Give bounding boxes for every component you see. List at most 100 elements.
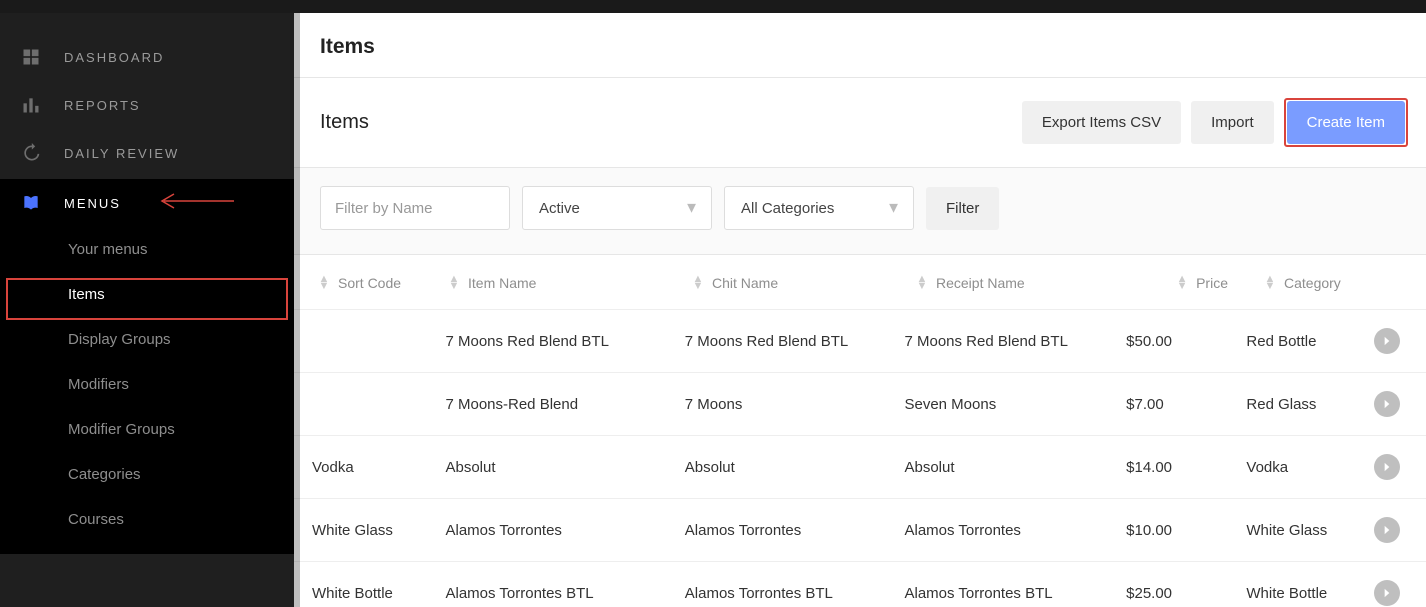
cell-category: Red Glass: [1240, 396, 1368, 413]
row-open-button[interactable]: [1374, 391, 1400, 417]
sort-icon: ▲▼: [318, 276, 330, 290]
grid-icon: [20, 47, 42, 67]
category-select[interactable]: All Categories ▼: [724, 186, 914, 230]
cell-chit-name: Alamos Torrontes BTL: [679, 585, 899, 602]
col-receipt-name[interactable]: ▲▼ Receipt Name: [910, 275, 1136, 291]
row-open-button[interactable]: [1374, 517, 1400, 543]
create-item-button[interactable]: Create Item: [1287, 101, 1405, 144]
sidebar-item-menus[interactable]: MENUS: [0, 179, 294, 227]
sidebar: DASHBOARD REPORTS DAILY REVIEW MENUS You: [0, 13, 294, 607]
sidebar-sub-display-groups[interactable]: Display Groups: [0, 317, 294, 362]
sidebar-sub-items[interactable]: Items: [0, 272, 294, 317]
history-icon: [20, 143, 42, 163]
bar-chart-icon: [20, 95, 42, 115]
col-price[interactable]: ▲▼ Price: [1136, 275, 1234, 291]
sidebar-sub-your-menus[interactable]: Your menus: [0, 227, 294, 272]
cell-price: $25.00: [1120, 585, 1216, 602]
sidebar-sub-modifier-groups[interactable]: Modifier Groups: [0, 407, 294, 452]
main-content: Items Items Export Items CSV Import Crea…: [294, 13, 1426, 607]
annotation-highlight: Create Item: [1284, 98, 1408, 147]
col-item-name[interactable]: ▲▼ Item Name: [442, 275, 686, 291]
cell-receipt-name: Alamos Torrontes BTL: [898, 585, 1120, 602]
sort-icon: ▲▼: [692, 276, 704, 290]
cell-category: Red Bottle: [1240, 333, 1368, 350]
sidebar-label: DASHBOARD: [64, 50, 164, 65]
select-value: Active: [539, 200, 580, 217]
filter-by-name-input[interactable]: [320, 186, 510, 230]
sidebar-sub-modifiers[interactable]: Modifiers: [0, 362, 294, 407]
row-open-button[interactable]: [1374, 580, 1400, 606]
sidebar-label: REPORTS: [64, 98, 141, 113]
table-row: White GlassAlamos TorrontesAlamos Torron…: [294, 499, 1426, 562]
cell-category: White Glass: [1240, 522, 1368, 539]
col-label: Sort Code: [338, 275, 401, 291]
cell-category: White Bottle: [1240, 585, 1368, 602]
filters-bar: Active ▼ All Categories ▼ Filter: [294, 168, 1426, 255]
cell-price: $10.00: [1120, 522, 1216, 539]
toolbar-title: Items: [320, 111, 369, 134]
filter-button[interactable]: Filter: [926, 187, 999, 230]
col-label: Chit Name: [712, 275, 778, 291]
cell-item-name: 7 Moons-Red Blend: [439, 396, 678, 413]
import-button[interactable]: Import: [1191, 101, 1274, 144]
caret-down-icon: ▼: [886, 200, 901, 217]
sidebar-sub-courses[interactable]: Courses: [0, 497, 294, 542]
sidebar-label: DAILY REVIEW: [64, 146, 179, 161]
table-header: ▲▼ Sort Code ▲▼ Item Name ▲▼ Chit Name ▲…: [294, 255, 1426, 310]
cell-actions: [1368, 517, 1408, 543]
annotation-arrow: [156, 191, 236, 217]
cell-price: $7.00: [1120, 396, 1216, 413]
cell-price: $50.00: [1120, 333, 1216, 350]
page-title: Items: [294, 13, 1426, 78]
cell-category: Vodka: [1240, 459, 1368, 476]
table-row: 7 Moons Red Blend BTL7 Moons Red Blend B…: [294, 310, 1426, 373]
col-label: Category: [1284, 275, 1341, 291]
table-row: 7 Moons-Red Blend7 MoonsSeven Moons$7.00…: [294, 373, 1426, 436]
export-items-csv-button[interactable]: Export Items CSV: [1022, 101, 1181, 144]
cell-chit-name: Alamos Torrontes: [679, 522, 899, 539]
cell-chit-name: Absolut: [679, 459, 899, 476]
cell-item-name: Absolut: [439, 459, 678, 476]
row-open-button[interactable]: [1374, 454, 1400, 480]
sort-icon: ▲▼: [916, 276, 928, 290]
cell-price: $14.00: [1120, 459, 1216, 476]
caret-down-icon: ▼: [684, 200, 699, 217]
col-category[interactable]: ▲▼ Category: [1258, 275, 1388, 291]
cell-actions: [1368, 580, 1408, 606]
scrollbar-edge[interactable]: [294, 13, 300, 607]
cell-item-name: Alamos Torrontes BTL: [439, 585, 678, 602]
sort-icon: ▲▼: [1176, 276, 1188, 290]
cell-actions: [1368, 454, 1408, 480]
table-row: White BottleAlamos Torrontes BTLAlamos T…: [294, 562, 1426, 607]
cell-receipt-name: 7 Moons Red Blend BTL: [898, 333, 1120, 350]
col-sort-code[interactable]: ▲▼ Sort Code: [312, 275, 442, 291]
select-value: All Categories: [741, 200, 834, 217]
sort-icon: ▲▼: [1264, 276, 1276, 290]
sidebar-submenu-menus: Your menus Items Display Groups Modifier…: [0, 227, 294, 554]
book-icon: [20, 193, 42, 213]
row-open-button[interactable]: [1374, 328, 1400, 354]
status-select[interactable]: Active ▼: [522, 186, 712, 230]
cell-sort-code: Vodka: [312, 459, 439, 476]
table-row: VodkaAbsolutAbsolutAbsolut$14.00Vodka: [294, 436, 1426, 499]
cell-receipt-name: Seven Moons: [898, 396, 1120, 413]
col-label: Item Name: [468, 275, 536, 291]
cell-actions: [1368, 391, 1408, 417]
sort-icon: ▲▼: [448, 276, 460, 290]
sidebar-item-dashboard[interactable]: DASHBOARD: [0, 33, 294, 81]
cell-chit-name: 7 Moons Red Blend BTL: [679, 333, 899, 350]
cell-actions: [1368, 328, 1408, 354]
cell-receipt-name: Absolut: [898, 459, 1120, 476]
cell-item-name: 7 Moons Red Blend BTL: [439, 333, 678, 350]
sidebar-item-reports[interactable]: REPORTS: [0, 81, 294, 129]
sidebar-item-daily-review[interactable]: DAILY REVIEW: [0, 129, 294, 177]
cell-sort-code: White Glass: [312, 522, 439, 539]
cell-receipt-name: Alamos Torrontes: [898, 522, 1120, 539]
app-root: DASHBOARD REPORTS DAILY REVIEW MENUS You: [0, 13, 1426, 607]
toolbar: Items Export Items CSV Import Create Ite…: [294, 78, 1426, 168]
cell-chit-name: 7 Moons: [679, 396, 899, 413]
cell-item-name: Alamos Torrontes: [439, 522, 678, 539]
table-body: 7 Moons Red Blend BTL7 Moons Red Blend B…: [294, 310, 1426, 607]
sidebar-sub-categories[interactable]: Categories: [0, 452, 294, 497]
col-chit-name[interactable]: ▲▼ Chit Name: [686, 275, 910, 291]
